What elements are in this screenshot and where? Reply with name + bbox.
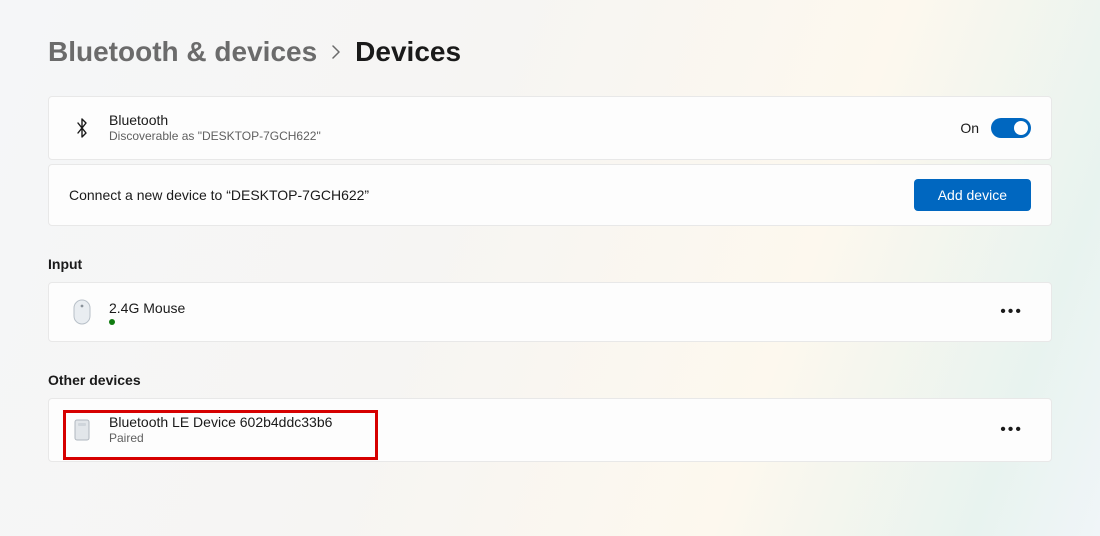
add-device-card: Connect a new device to “DESKTOP-7GCH622… <box>48 164 1052 226</box>
breadcrumb: Bluetooth & devices Devices <box>48 36 1052 68</box>
device-status: Paired <box>109 431 992 447</box>
more-button[interactable]: ••• <box>992 415 1031 445</box>
bluetooth-subtitle: Discoverable as "DESKTOP-7GCH622" <box>109 129 960 145</box>
device-row-other[interactable]: Bluetooth LE Device 602b4ddc33b6 Paired … <box>48 398 1052 462</box>
device-name: Bluetooth LE Device 602b4ddc33b6 <box>109 413 992 431</box>
section-title-other: Other devices <box>48 372 1052 388</box>
connected-dot-icon <box>109 319 115 325</box>
connect-text: Connect a new device to “DESKTOP-7GCH622… <box>69 186 914 204</box>
device-generic-icon <box>69 419 95 441</box>
mouse-icon <box>69 299 95 325</box>
section-title-input: Input <box>48 256 1052 272</box>
chevron-right-icon <box>331 43 341 64</box>
more-button[interactable]: ••• <box>992 297 1031 327</box>
device-row-input[interactable]: 2.4G Mouse ••• <box>48 282 1052 342</box>
bluetooth-toggle-label: On <box>960 120 979 136</box>
device-name: 2.4G Mouse <box>109 299 992 317</box>
breadcrumb-parent[interactable]: Bluetooth & devices <box>48 36 317 68</box>
breadcrumb-current: Devices <box>355 36 461 68</box>
bluetooth-card: Bluetooth Discoverable as "DESKTOP-7GCH6… <box>48 96 1052 160</box>
bluetooth-toggle[interactable] <box>991 118 1031 138</box>
add-device-button[interactable]: Add device <box>914 179 1031 211</box>
bluetooth-icon <box>69 117 95 139</box>
bluetooth-title: Bluetooth <box>109 111 960 129</box>
